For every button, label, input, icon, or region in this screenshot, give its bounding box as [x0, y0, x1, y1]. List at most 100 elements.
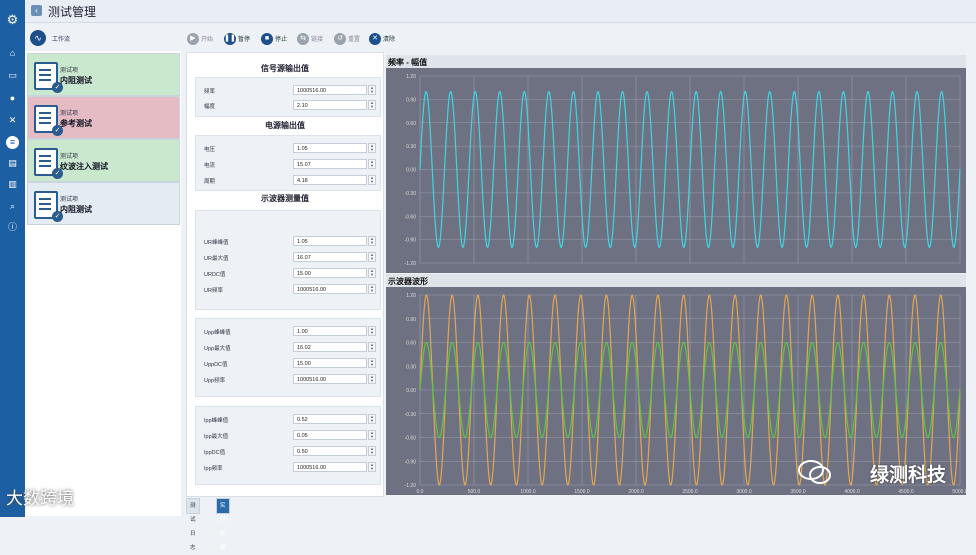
- y-tick-label: 0.30: [406, 364, 416, 370]
- home-icon[interactable]: ⌂: [6, 47, 19, 60]
- field-label: 电流: [204, 163, 216, 169]
- scope-value-field[interactable]: 15.00: [293, 268, 367, 278]
- x-tick-label: 2000.0: [628, 489, 644, 495]
- test-item[interactable]: 测试项 内阻测试: [27, 53, 180, 96]
- test-item[interactable]: 测试项 纹波注入测试: [27, 139, 180, 182]
- test-item-list: 测试项 内阻测试 测试项 参考测试 测试项 纹波注入测试 测试项 内阻测试: [25, 51, 181, 516]
- spinner-icon[interactable]: ▲ ▼: [368, 100, 376, 110]
- info-icon[interactable]: ⓘ: [6, 221, 19, 234]
- scope-value-field[interactable]: 0.50: [293, 446, 367, 456]
- device-icon[interactable]: ▭: [6, 69, 19, 82]
- logo-icon: ⚙: [6, 12, 19, 27]
- scope-value-field[interactable]: 16.07: [293, 252, 367, 262]
- spinner-icon[interactable]: ▲ ▼: [368, 236, 376, 246]
- link-icon: ⇆: [297, 32, 309, 45]
- checklist-icon: [34, 105, 63, 136]
- y-tick-label: -1.20: [405, 261, 417, 267]
- x-tick-label: 500.0: [468, 489, 481, 495]
- field-label: Ipp最大值: [204, 434, 229, 440]
- y-tick-label: -0.90: [405, 238, 417, 244]
- link-button[interactable]: ⇆ 链接: [297, 30, 323, 45]
- page-title: 测试管理: [48, 5, 97, 19]
- x-tick-label: 4000.0: [844, 489, 860, 495]
- frequency-amplitude-chart: 1.20 0.90 0.60 0.30 0.00 -0.30 -0.60 -0.90 -1.20: [386, 68, 966, 273]
- spinner-icon[interactable]: ▲ ▼: [368, 414, 376, 424]
- chart-icon[interactable]: ▥: [6, 178, 19, 191]
- checklist-icon: [34, 62, 63, 93]
- spinner-icon[interactable]: ▲ ▼: [368, 143, 376, 153]
- start-button[interactable]: ▶ 开始: [187, 30, 213, 45]
- reset-button[interactable]: ↺ 重置: [334, 30, 360, 45]
- spinner-icon[interactable]: ▲ ▼: [368, 85, 376, 95]
- search-icon[interactable]: ⌕: [6, 200, 19, 213]
- chart-header: 示波器波形: [386, 274, 966, 287]
- pause-button[interactable]: ❚❚ 暂停: [224, 30, 250, 45]
- y-tick-label: -0.30: [405, 412, 417, 418]
- test-item[interactable]: 测试项 内阻测试: [27, 182, 180, 225]
- x-tick-label: 2500.0: [682, 489, 698, 495]
- spinner-icon[interactable]: ▲ ▼: [368, 159, 376, 169]
- spinner-icon[interactable]: ▲ ▼: [368, 358, 376, 368]
- y-tick-label: 1.20: [406, 74, 416, 80]
- scope-value-field[interactable]: 0.52: [293, 414, 367, 424]
- back-button[interactable]: ‹: [31, 5, 42, 16]
- tools-icon[interactable]: ✕: [6, 114, 19, 127]
- tab-test-log[interactable]: 测试日志: [186, 498, 200, 551]
- scope-value-field[interactable]: 16.02: [293, 342, 367, 352]
- y-tick-label: 0.90: [406, 317, 416, 323]
- test-item[interactable]: 测试项 参考测试: [27, 96, 180, 139]
- spinner-icon[interactable]: ▲ ▼: [368, 446, 376, 456]
- y-tick-label: -0.90: [405, 459, 417, 465]
- field-label: Ipp峰峰值: [204, 418, 229, 424]
- scope-value-field[interactable]: 1.00: [293, 326, 367, 336]
- spinner-icon[interactable]: ▲ ▼: [368, 342, 376, 352]
- frequency-field[interactable]: 1000516.00: [293, 85, 367, 95]
- spinner-icon[interactable]: ▲ ▼: [368, 462, 376, 472]
- scope-value-field[interactable]: 1000516.00: [293, 374, 367, 384]
- y-tick-label: 0.60: [406, 121, 416, 127]
- workflow-tab[interactable]: ∿ 工作流: [30, 30, 110, 48]
- scope-group-ipp: Ipp峰峰值 0.52 ▲ ▼ Ipp最大值 0.05 ▲ ▼ IppDC值 0.50 ▲ ▼ I…: [195, 406, 381, 485]
- spinner-icon[interactable]: ▲ ▼: [368, 268, 376, 278]
- scope-group-ur: UR峰峰值 1.05 ▲ ▼ UR最大值 16.07 ▲ ▼ URDC值 15.00 ▲ ▼ UR…: [195, 210, 381, 310]
- scope-value-field[interactable]: 1000516.00: [293, 462, 367, 472]
- chart-header: 频率 - 幅值: [386, 55, 966, 68]
- report-icon[interactable]: ≡: [6, 136, 19, 149]
- scope-value-field[interactable]: 0.05: [293, 430, 367, 440]
- y-tick-label: -0.30: [405, 191, 417, 197]
- y-tick-label: 0.90: [406, 97, 416, 103]
- spinner-icon[interactable]: ▲ ▼: [368, 326, 376, 336]
- field-label: 周期: [204, 179, 216, 185]
- scope-group-upp: Upp峰峰值 1.00 ▲ ▼ Upp最大值 16.02 ▲ ▼ UppDC值 15.00 ▲ ▼…: [195, 318, 381, 397]
- period-field[interactable]: 4.18: [293, 175, 367, 185]
- clear-button[interactable]: ✕ 清除: [369, 30, 395, 45]
- voltage-field[interactable]: 1.05: [293, 143, 367, 153]
- spinner-icon[interactable]: ▲ ▼: [368, 284, 376, 294]
- test-item-name: 纹波注入测试: [60, 162, 108, 171]
- spinner-icon[interactable]: ▲ ▼: [368, 175, 376, 185]
- scope-value-field[interactable]: 1000516.00: [293, 284, 367, 294]
- document-icon[interactable]: ▤: [6, 157, 19, 170]
- x-tick-label: 0.0: [417, 489, 424, 495]
- stop-button[interactable]: ■ 停止: [261, 30, 287, 45]
- field-label: 幅度: [204, 104, 216, 110]
- x-tick-label: 1500.0: [574, 489, 590, 495]
- play-icon: ▶: [187, 32, 199, 45]
- chat-icon[interactable]: ●: [6, 92, 19, 105]
- amplitude-field[interactable]: 2.10: [293, 100, 367, 110]
- run-toolbar: ▶ 开始 ❚❚ 暂停 ■ 停止 ⇆ 链接 ↺ 重置 ✕ 清除: [187, 30, 487, 46]
- clear-icon: ✕: [369, 32, 381, 45]
- checklist-icon: [34, 148, 63, 179]
- scope-value-field[interactable]: 1.05: [293, 236, 367, 246]
- current-field[interactable]: 15.07: [293, 159, 367, 169]
- spinner-icon[interactable]: ▲ ▼: [368, 252, 376, 262]
- spinner-icon[interactable]: ▲ ▼: [368, 430, 376, 440]
- spinner-icon[interactable]: ▲ ▼: [368, 374, 376, 384]
- field-label: Upp频率: [204, 378, 226, 384]
- field-label: UR最大值: [204, 256, 229, 262]
- y-tick-label: 0.00: [406, 388, 416, 394]
- tab-realtime-data[interactable]: 实时数据: [216, 498, 230, 551]
- pause-icon: ❚❚: [224, 32, 236, 45]
- brand-watermark: 绿测科技: [869, 465, 946, 486]
- scope-value-field[interactable]: 15.00: [293, 358, 367, 368]
